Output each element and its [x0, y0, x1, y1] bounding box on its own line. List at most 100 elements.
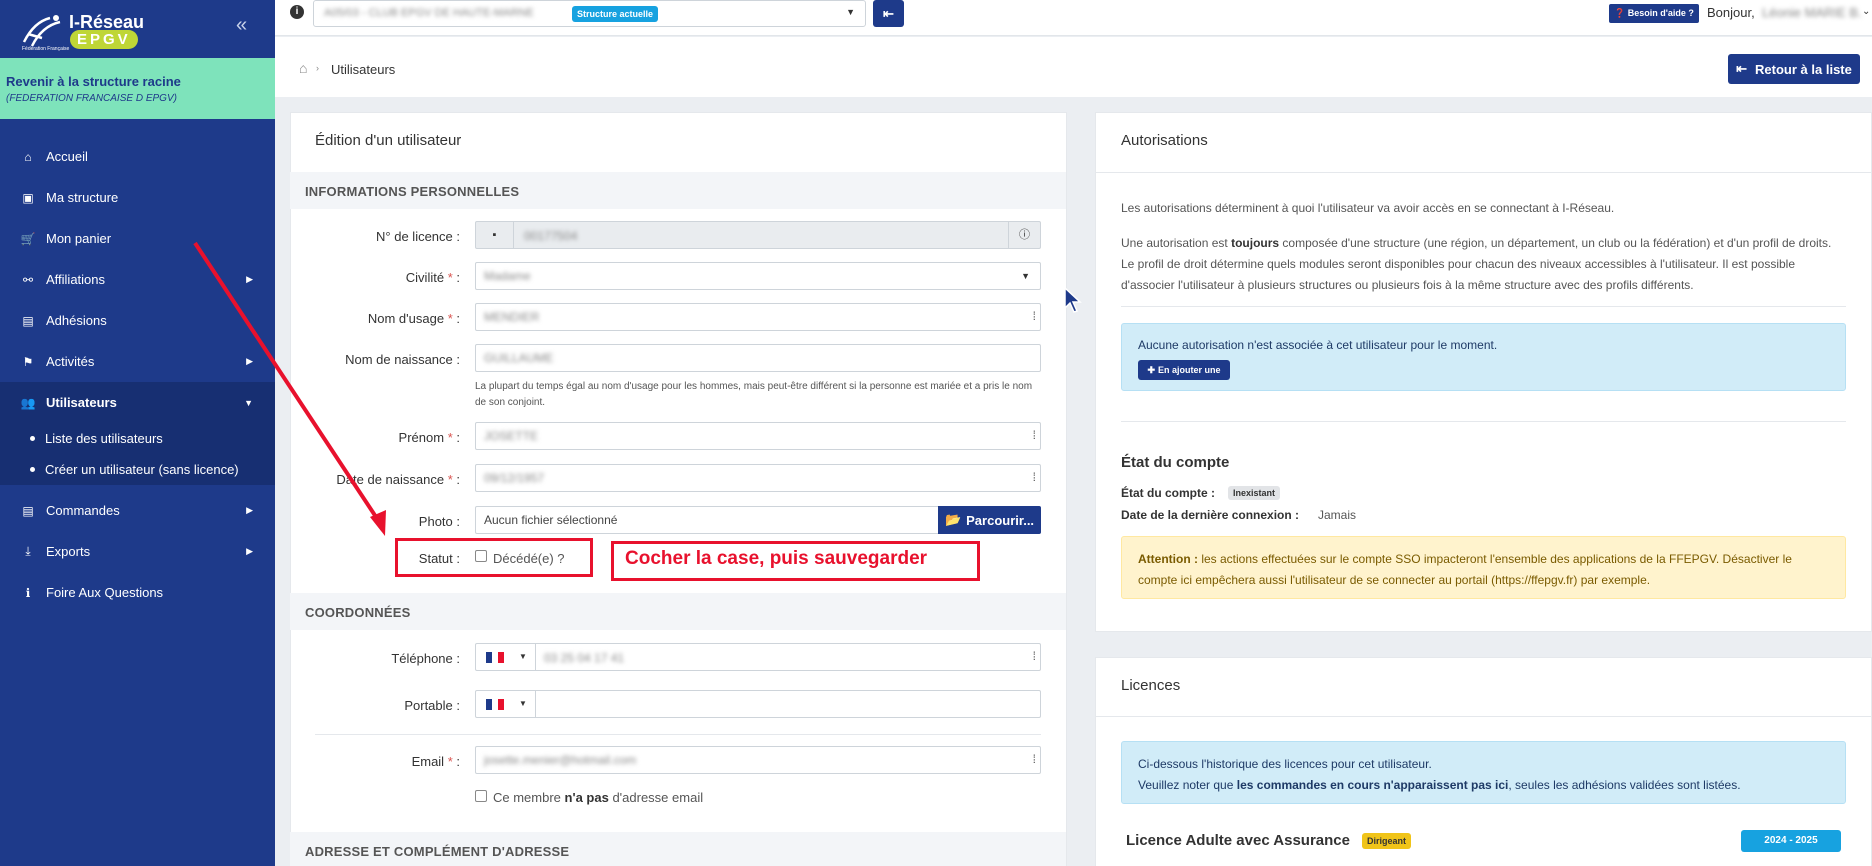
current-structure-badge: Structure actuelle: [572, 6, 659, 22]
licences-info-b: les commandes en cours n'apparaissent pa…: [1236, 778, 1509, 792]
autofill-icon[interactable]: ⁞: [1033, 752, 1036, 766]
brand-sub: EPGV: [70, 30, 138, 49]
country-select[interactable]: ▼: [476, 691, 536, 717]
decede-checkbox[interactable]: [475, 550, 487, 562]
sidebar-item-ma-structure[interactable]: ▣ Ma structure: [0, 177, 275, 218]
prenom-input[interactable]: JOSETTE ⁞: [475, 422, 1041, 450]
greeting: Bonjour,: [1707, 5, 1755, 20]
decede-label[interactable]: Décédé(e) ?: [493, 551, 565, 566]
portable-input[interactable]: ▼: [475, 690, 1041, 718]
licence-role-badge: Dirigeant: [1362, 833, 1412, 849]
chevron-down-icon: ▼: [1021, 271, 1030, 281]
folder-open-icon: 📂: [944, 512, 962, 527]
info-icon[interactable]: i: [290, 5, 304, 19]
annotation-text: Cocher la case, puis sauvegarder: [625, 548, 928, 569]
account-state-title: État du compte: [1121, 454, 1230, 471]
add-authorization-button[interactable]: ✚ En ajouter une: [1138, 360, 1230, 380]
naissance-value: 09/12/1957: [484, 471, 545, 485]
question-icon: ❓: [1614, 8, 1626, 18]
sidebar-item-label: Affiliations: [46, 272, 106, 287]
france-flag-icon: [486, 652, 504, 663]
nom-naissance-help: La plupart du temps égal au nom d'usage …: [475, 381, 1033, 408]
id-card-icon: ▣: [22, 190, 34, 205]
autofill-icon[interactable]: ⁞: [1033, 470, 1036, 484]
brand-logo[interactable]: I-Réseau EPGV Fédération Française «: [0, 0, 275, 57]
back-root-title: Revenir à la structure racine: [6, 74, 181, 89]
back-to-list-button[interactable]: ⇤ Retour à la liste: [1728, 54, 1860, 84]
edit-user-title: Édition d'un utilisateur: [315, 132, 462, 149]
chevron-down-icon[interactable]: ⌄: [1862, 6, 1870, 17]
autofill-icon[interactable]: ⁞: [1033, 428, 1036, 442]
collapse-sidebar-icon[interactable]: «: [236, 14, 247, 37]
switch-structure-button[interactable]: ⇤: [873, 0, 904, 27]
licences-info-line1: Ci-dessous l'historique des licences pou…: [1138, 757, 1432, 771]
chevron-down-icon: ▼: [519, 699, 527, 708]
breadcrumb-bar: [275, 37, 1872, 97]
browse-button[interactable]: 📂 Parcourir...: [938, 506, 1041, 534]
divider: [315, 734, 1041, 735]
auth-desc-c: composée d'une structure (une région, un…: [1121, 236, 1832, 292]
sso-warning-text: les actions effectuées sur le compte SSO…: [1138, 552, 1792, 587]
user-name[interactable]: Léonie MARIE B.: [1762, 5, 1862, 20]
email-input[interactable]: josette.menier@hotmail.com ⁞: [475, 746, 1041, 774]
brand-fed: Fédération Française: [22, 46, 70, 52]
licences-info-c: , seules les adhésions validées sont lis…: [1508, 778, 1741, 792]
chevron-right-icon: ▶: [246, 546, 253, 556]
prenom-label-text: Prénom: [398, 430, 445, 445]
sidebar-item-label: Commandes: [46, 503, 120, 518]
logo-figure-icon: [22, 15, 61, 47]
civilite-value: Madame: [484, 269, 531, 283]
licence-name: Licence Adulte avec Assurance: [1126, 832, 1350, 849]
back-to-list-label: Retour à la liste: [1755, 61, 1852, 77]
no-email-label[interactable]: Ce membre n'a pas d'adresse email: [493, 790, 703, 805]
authorizations-description: Une autorisation est toujours composée d…: [1121, 233, 1846, 296]
licence-field: ▪ 00177504 ⓘ: [475, 221, 1041, 249]
browse-label: Parcourir...: [966, 512, 1035, 528]
bullet-icon: [30, 467, 35, 472]
no-authorization-alert: Aucune autorisation n'est associée à cet…: [1121, 323, 1846, 391]
licence-season-badge: 2024 - 2025: [1741, 830, 1841, 852]
structure-select-value: A05/03 - CLUB EPGV DE HAUTE-MARNE: [324, 7, 534, 19]
naissance-input[interactable]: 09/12/1957 ⁞: [475, 464, 1041, 492]
divider: [1121, 306, 1846, 307]
sidebar-item-label: Ma structure: [46, 190, 119, 205]
nom-usage-input[interactable]: MENDIER ⁞: [475, 303, 1041, 331]
telephone-label: Téléphone :: [391, 651, 460, 666]
add-authorization-label: En ajouter une: [1158, 365, 1221, 375]
last-login-label: Date de la dernière connexion :: [1121, 508, 1300, 522]
home-icon[interactable]: ⌂: [299, 60, 307, 76]
portable-label: Portable :: [404, 698, 460, 713]
sidebar-subitem-label: Liste des utilisateurs: [45, 431, 163, 446]
country-select[interactable]: ▼: [476, 644, 536, 670]
plus-icon: ✚: [1147, 364, 1156, 375]
section-adresse: ADRESSE ET COMPLÉMENT D'ADRESSE: [290, 832, 1066, 866]
authorizations-intro: Les autorisations déterminent à quoi l'u…: [1121, 201, 1615, 215]
statut-label: Statut :: [418, 551, 460, 566]
back-root-sub: (FEDERATION FRANCAISE D EPGV): [6, 93, 177, 104]
chevron-down-icon: ▼: [519, 652, 527, 661]
france-flag-icon: [486, 699, 504, 710]
cart-icon: 🛒: [20, 231, 36, 246]
sso-warning-alert: Attention : les actions effectuées sur l…: [1121, 536, 1846, 599]
sidebar-item-label: Foire Aux Questions: [46, 585, 164, 600]
structure-select[interactable]: A05/03 - CLUB EPGV DE HAUTE-MARNE Struct…: [313, 0, 866, 27]
divider: [1121, 421, 1846, 422]
sidebar-item-label: Adhésions: [46, 313, 107, 328]
licences-title: Licences: [1121, 677, 1181, 694]
back-to-root-link[interactable]: Revenir à la structure racine (FEDERATIO…: [0, 58, 275, 119]
sidebar-item-accueil[interactable]: ⌂ Accueil: [0, 136, 275, 177]
sidebar-item-faq[interactable]: ℹ Foire Aux Questions: [0, 572, 275, 613]
info-icon: ℹ: [25, 585, 31, 600]
nom-naissance-input[interactable]: GUILLAUME: [475, 344, 1041, 372]
telephone-input[interactable]: ▼ 03 25 04 17 41 ⁞: [475, 643, 1041, 671]
civilite-select[interactable]: Madame ▼: [475, 262, 1041, 290]
info-icon[interactable]: ⓘ: [1008, 222, 1040, 248]
autofill-icon[interactable]: ⁞: [1033, 649, 1036, 663]
divider: [1096, 716, 1871, 717]
nom-naissance-value: GUILLAUME: [484, 351, 554, 365]
divider: [1096, 172, 1871, 173]
autofill-icon[interactable]: ⁞: [1033, 309, 1036, 323]
no-email-checkbox[interactable]: [475, 790, 487, 802]
help-button[interactable]: ❓ Besoin d'aide ?: [1609, 4, 1699, 23]
licences-info-alert: Ci-dessous l'historique des licences pou…: [1121, 741, 1846, 804]
